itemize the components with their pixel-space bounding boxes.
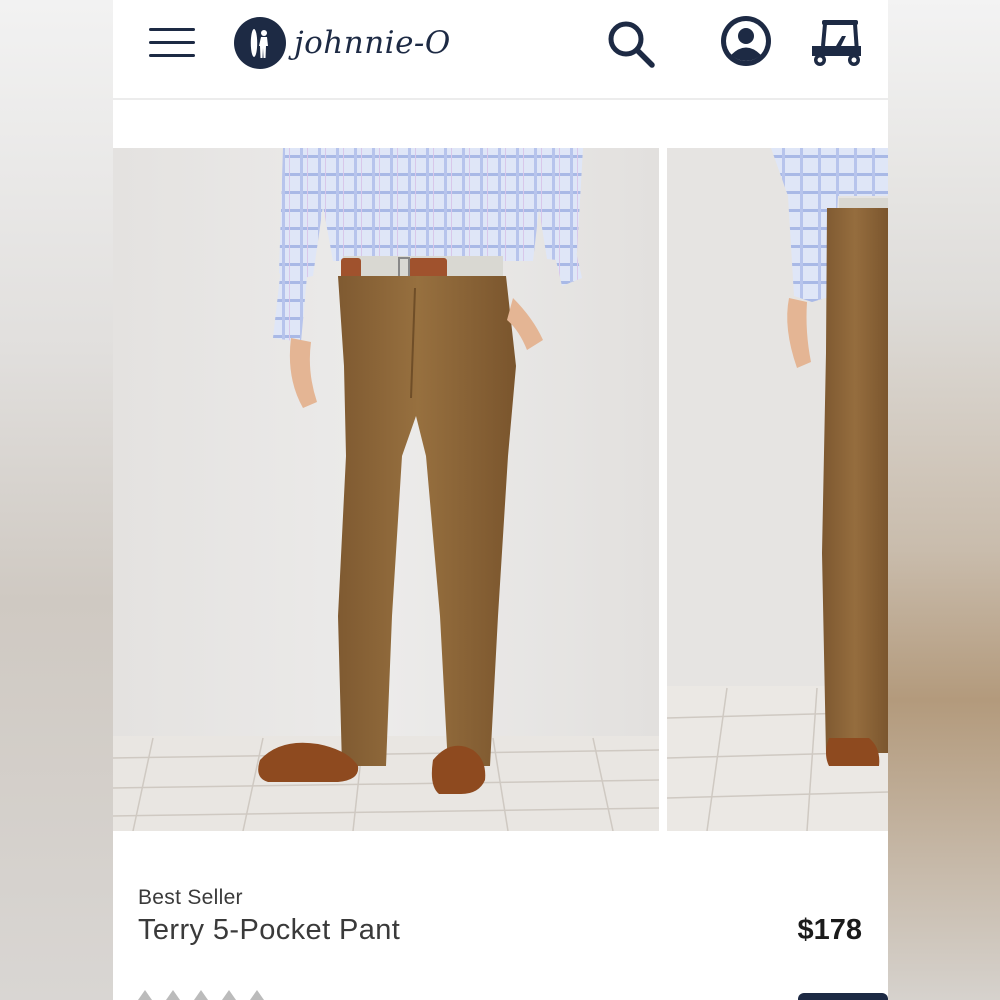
product-photo-side[interactable] (667, 148, 888, 831)
site-header: johnnie-O (113, 0, 888, 100)
brand-name: johnnie-O (294, 25, 451, 61)
brand-logo[interactable]: johnnie-O (234, 17, 451, 69)
best-seller-badge: Best Seller (138, 886, 243, 909)
menu-icon[interactable] (149, 28, 195, 58)
product-price: $178 (797, 914, 862, 946)
rating-stars-peek (138, 990, 288, 1000)
mobile-page: johnnie-O Best Seller Terry 5-Pocket Pan… (113, 0, 888, 1000)
surfer-logo-icon (234, 17, 286, 69)
search-icon[interactable] (605, 18, 657, 70)
add-to-cart-button-peek[interactable] (798, 993, 888, 1000)
golf-cart-icon[interactable] (808, 16, 866, 70)
account-icon[interactable] (719, 14, 773, 68)
product-photo-front[interactable] (113, 148, 659, 831)
product-name[interactable]: Terry 5-Pocket Pant (138, 914, 400, 947)
background-blur-right (887, 0, 1000, 1000)
product-gallery (113, 148, 888, 831)
background-blur-left (0, 0, 113, 1000)
product-info: Best Seller Terry 5-Pocket Pant $178 (113, 860, 888, 1000)
